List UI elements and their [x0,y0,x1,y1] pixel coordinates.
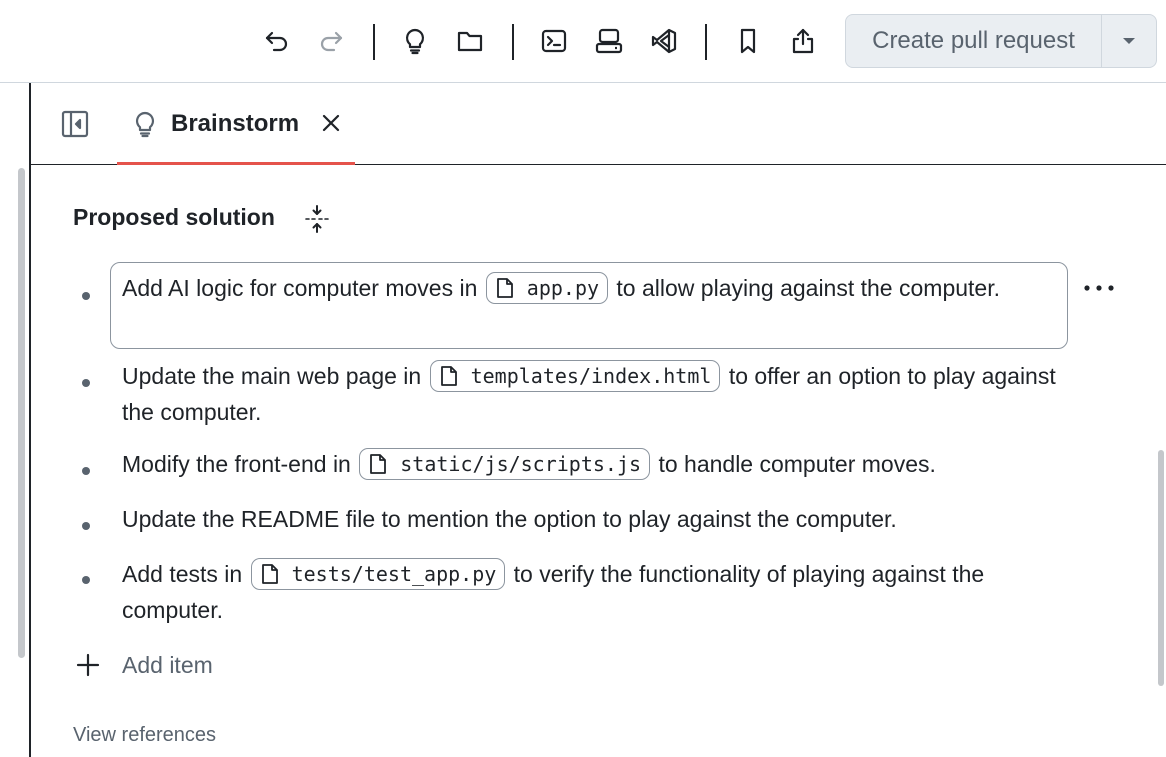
bookmark-button[interactable] [730,22,766,60]
file-name: static/js/scripts.js [400,451,642,476]
collapse-all-button[interactable] [302,203,332,235]
left-scrollbar[interactable] [18,168,25,658]
lightbulb-icon [131,110,159,138]
close-tab-button[interactable] [317,109,345,137]
chevron-down-icon [1123,38,1135,44]
brainstorm-button[interactable] [397,22,433,60]
list-item-content[interactable]: Add tests in tests/test_app.py to verify… [110,555,1068,629]
share-button[interactable] [785,22,821,60]
view-references-link[interactable]: View references [73,724,216,747]
create-pull-request-dropdown[interactable] [1101,15,1156,67]
vscode-icon [651,28,677,54]
close-icon [322,114,340,132]
file-chip[interactable]: tests/test_app.py [250,557,506,590]
item-text: Update the main web page in [122,363,422,389]
list-item-content[interactable]: Update the README file to mention the op… [110,500,1068,538]
toolbar-divider [373,24,375,60]
add-item-label: Add item [122,651,213,678]
lightbulb-icon [405,28,425,55]
file-chip[interactable]: static/js/scripts.js [359,447,651,480]
bullet [82,576,90,584]
codespace-button[interactable] [591,22,627,60]
share-icon [792,28,814,54]
file-icon [261,564,278,584]
folder-icon [457,31,483,52]
open-in-vscode-button[interactable] [646,22,682,60]
undo-icon [265,31,288,52]
item-text: to allow playing against the computer. [616,275,1000,301]
tab-label: Brainstorm [171,109,300,137]
file-chip[interactable]: templates/index.html [429,359,721,392]
redo-button[interactable] [313,22,349,60]
list-item-content[interactable]: Modify the front-end in static/js/script… [110,445,1068,483]
bullet [82,292,90,300]
file-name: app.py [526,275,600,300]
item-text: Update the README file to mention the op… [122,506,897,532]
files-button[interactable] [452,22,488,60]
bullet [82,467,90,475]
file-chip[interactable]: app.py [485,271,609,304]
tab-bar: Brainstorm [31,83,1166,165]
plus-icon [74,651,102,679]
list-item-content[interactable]: Add AI logic for computer moves in app.p… [110,262,1068,349]
toggle-sidebar-button[interactable] [57,106,93,142]
tab-brainstorm[interactable]: Brainstorm [117,83,355,165]
more-horizontal-icon [1084,285,1114,291]
file-name: templates/index.html [470,363,712,388]
top-toolbar: Create pull request [0,0,1166,83]
file-icon [370,454,387,474]
fold-icon [305,205,329,233]
add-item-button[interactable]: Add item [74,646,213,684]
item-text: Modify the front-end in [122,451,351,477]
terminal-icon [541,29,567,53]
item-text: to handle computer moves. [658,451,936,477]
right-scrollbar[interactable] [1158,450,1164,686]
toolbar-divider [512,24,514,60]
bullet [82,379,90,387]
section-title: Proposed solution [73,204,275,230]
codespace-icon [595,28,623,54]
file-icon [496,278,513,298]
file-icon [440,366,457,386]
panel-divider [29,83,31,757]
item-text: Add AI logic for computer moves in [122,275,478,301]
active-tab-indicator [117,162,355,165]
sidebar-collapse-icon [61,110,89,138]
redo-icon [320,31,343,52]
create-pull-request-group: Create pull request [845,14,1157,68]
toolbar-divider [705,24,707,60]
file-name: tests/test_app.py [291,561,497,586]
create-pull-request-button[interactable]: Create pull request [846,15,1101,67]
item-options-button[interactable] [1080,276,1118,300]
bullet [82,522,90,530]
list-item-content[interactable]: Update the main web page in templates/in… [110,357,1068,431]
item-text: Add tests in [122,561,243,587]
bookmark-icon [740,28,756,54]
terminal-button[interactable] [536,22,572,60]
undo-button[interactable] [259,22,295,60]
